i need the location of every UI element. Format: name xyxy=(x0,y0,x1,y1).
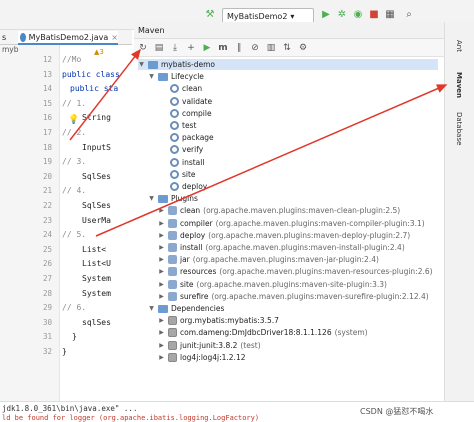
intention-bulb-icon[interactable]: 💡 xyxy=(68,115,79,125)
arrow-to-reload xyxy=(69,48,141,141)
annotation-arrows xyxy=(69,48,448,237)
arrow-to-maven-tab xyxy=(95,84,448,237)
warnings-badge[interactable]: ▲3 xyxy=(94,48,104,56)
